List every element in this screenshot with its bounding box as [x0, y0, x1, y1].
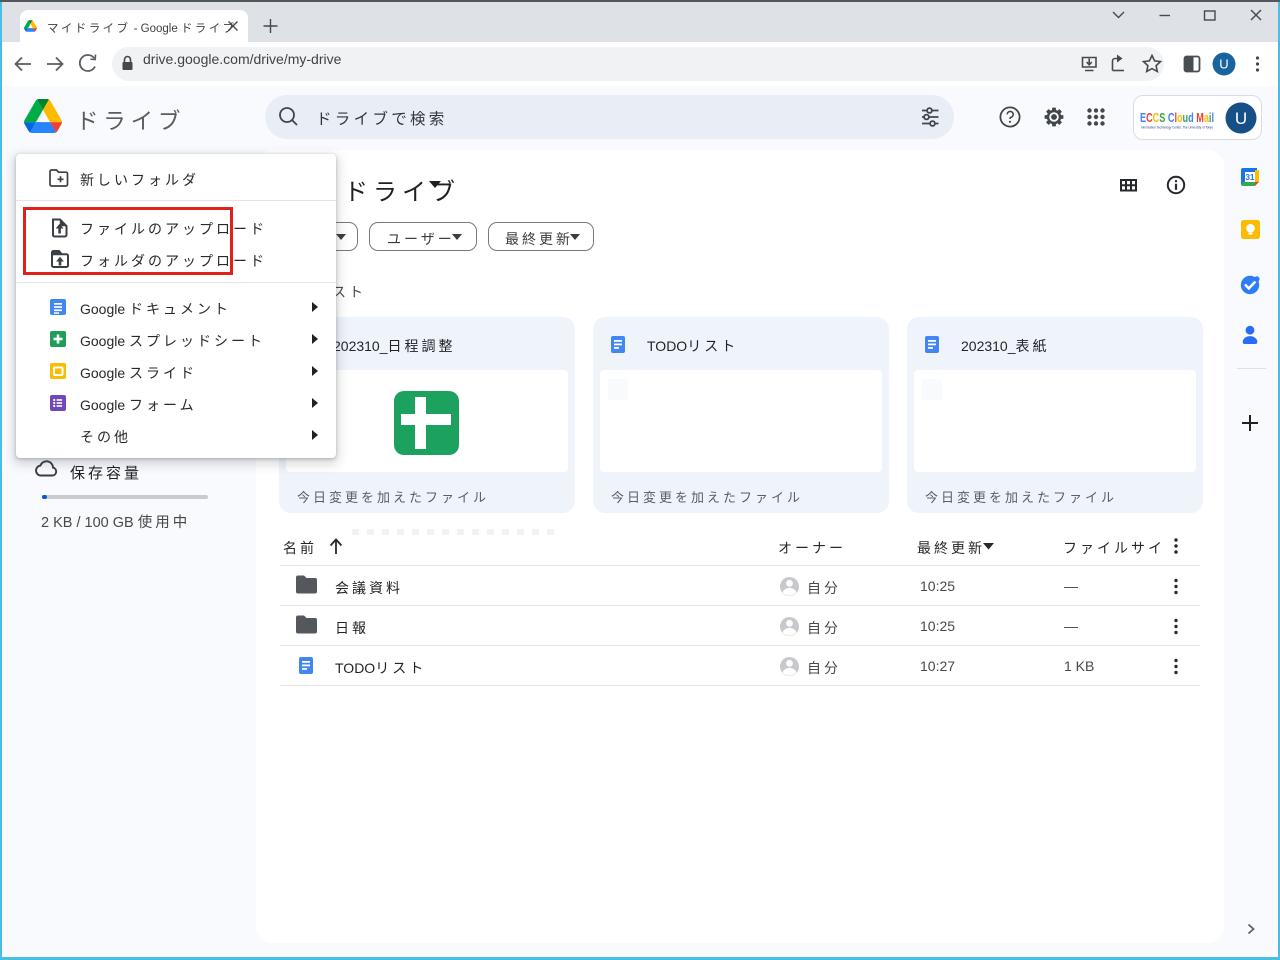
svg-text:ECCS Cloud Mail: ECCS Cloud Mail: [1140, 110, 1214, 125]
svg-text:31: 31: [1246, 173, 1255, 182]
svg-text:Information Technology Center,: Information Technology Center, The Unive…: [1141, 126, 1213, 130]
svg-text:U: U: [1235, 109, 1247, 128]
svg-text:U: U: [1219, 57, 1228, 72]
